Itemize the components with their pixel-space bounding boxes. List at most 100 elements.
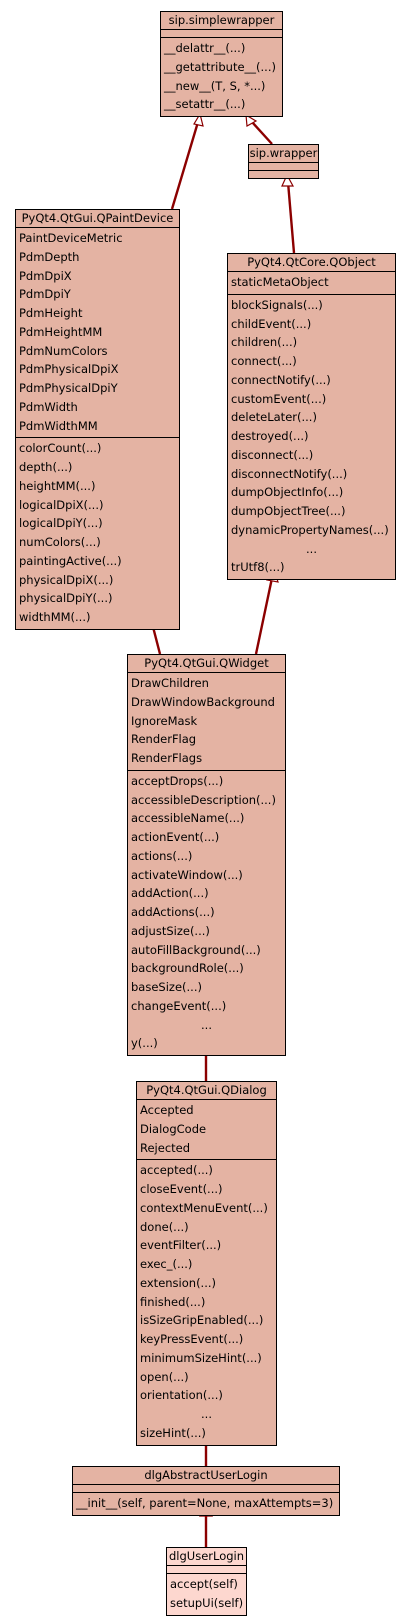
- method-row: addAction(...): [131, 886, 209, 901]
- method-row: adjustSize(...): [131, 923, 210, 938]
- attribute-row: PdmWidth: [19, 399, 78, 414]
- class-title: sip.wrapper: [249, 146, 318, 160]
- method-row: trUtf8(...): [231, 560, 285, 575]
- attribute-row: PdmDepth: [19, 249, 80, 264]
- attribute-row: staticMetaObject: [231, 275, 329, 289]
- method-row: __init__(self, parent=None, maxAttempts=…: [76, 1496, 334, 1510]
- method-row: changeEvent(...): [131, 998, 227, 1013]
- method-row: contextMenuEvent(...): [140, 1200, 268, 1215]
- class-title: dlgAbstractUserLogin: [144, 1468, 268, 1482]
- method-row: __delattr__(...): [164, 41, 246, 55]
- method-row: extension(...): [140, 1275, 217, 1290]
- method-row: dynamicPropertyNames(...): [231, 522, 389, 537]
- attributes-section: PaintDeviceMetric PdmDepth PdmDpiX PdmDp…: [16, 227, 179, 437]
- attribute-row: IgnoreMask: [131, 713, 198, 728]
- method-row: open(...): [140, 1369, 189, 1384]
- attributes-section: [161, 29, 282, 37]
- attribute-row: PdmWidthMM: [19, 418, 98, 433]
- class-dlg-abstract-user-login[interactable]: dlgAbstractUserLogin __init__(self, pare…: [72, 1466, 340, 1516]
- method-row: colorCount(...): [19, 441, 102, 456]
- method-row: eventFilter(...): [140, 1238, 222, 1253]
- class-title: PyQt4.QtGui.QDialog: [146, 1083, 267, 1097]
- attribute-row: Rejected: [140, 1140, 191, 1155]
- ellipsis-row: ...: [201, 1407, 212, 1421]
- method-row: accessibleName(...): [131, 811, 245, 826]
- method-row: closeEvent(...): [140, 1182, 223, 1196]
- method-row: blockSignals(...): [231, 297, 323, 312]
- method-row: keyPressEvent(...): [140, 1332, 244, 1346]
- method-row: backgroundRole(...): [131, 961, 244, 976]
- method-row: __setattr__(...): [164, 97, 246, 112]
- methods-section: __delattr__(...) __getattribute__(...) _…: [161, 37, 282, 116]
- method-row: sizeHint(...): [140, 1425, 206, 1440]
- method-row: minimumSizeHint(...): [140, 1350, 262, 1365]
- method-row: accepted(...): [140, 1163, 213, 1178]
- class-sip-wrapper[interactable]: sip.wrapper: [248, 144, 319, 179]
- method-row: y(...): [131, 1036, 158, 1051]
- method-row: done(...): [140, 1219, 189, 1234]
- method-row: logicalDpiX(...): [19, 497, 104, 512]
- class-qwidget[interactable]: PyQt4.QtGui.QWidget DrawChildren DrawWin…: [127, 654, 286, 1056]
- attribute-row: PdmPhysicalDpiX: [19, 362, 119, 377]
- methods-section: accepted(...) closeEvent(...) contextMen…: [137, 1159, 276, 1444]
- class-title: PyQt4.QtGui.QWidget: [144, 656, 269, 670]
- methods-section: accept(self) setupUi(self): [167, 1573, 246, 1615]
- method-row: disconnect(...): [231, 447, 314, 462]
- method-row: paintingActive(...): [19, 553, 122, 568]
- ellipsis-row: ...: [201, 1017, 212, 1032]
- attributes-section: Accepted DialogCode Rejected: [137, 1099, 276, 1159]
- class-title: PyQt4.QtCore.QObject: [247, 255, 376, 269]
- method-row: childEvent(...): [231, 316, 312, 331]
- class-dlg-user-login[interactable]: dlgUserLogin accept(self) setupUi(self): [166, 1547, 247, 1616]
- method-row: deleteLater(...): [231, 410, 317, 425]
- method-row: accept(self): [170, 1577, 238, 1591]
- attribute-row: DrawWindowBackground: [131, 694, 275, 709]
- methods-section: acceptDrops(...) accessibleDescription(.…: [128, 769, 285, 1055]
- attributes-section: DrawChildren DrawWindowBackground Ignore…: [128, 672, 285, 770]
- method-row: customEvent(...): [231, 391, 327, 406]
- methods-section: blockSignals(...) childEvent(...) childr…: [228, 293, 395, 579]
- attribute-row: PdmNumColors: [19, 343, 108, 358]
- attribute-row: PdmHeight: [19, 306, 83, 320]
- method-row: dumpObjectTree(...): [231, 504, 346, 518]
- class-qobject[interactable]: PyQt4.QtCore.QObject staticMetaObject bl…: [227, 253, 396, 580]
- method-row: dumpObjectInfo(...): [231, 485, 344, 500]
- method-row: activateWindow(...): [131, 867, 243, 882]
- method-row: __new__(T, S, *...): [164, 78, 266, 93]
- method-row: connectNotify(...): [231, 372, 331, 387]
- method-row: autoFillBackground(...): [131, 942, 261, 957]
- method-row: accessibleDescription(...): [131, 792, 276, 807]
- attributes-section: [167, 1565, 246, 1573]
- attributes-section: [249, 162, 318, 170]
- attribute-row: DialogCode: [140, 1121, 207, 1136]
- attribute-row: Accepted: [140, 1103, 194, 1117]
- attribute-row: RenderFlags: [131, 751, 203, 765]
- methods-section: [249, 170, 318, 178]
- method-row: children(...): [231, 335, 298, 350]
- attribute-row: RenderFlag: [131, 732, 197, 747]
- attribute-row: PdmPhysicalDpiY: [19, 381, 118, 395]
- class-title: sip.simplewrapper: [168, 13, 275, 27]
- method-row: actions(...): [131, 848, 193, 863]
- attributes-section: [73, 1484, 339, 1492]
- method-row: logicalDpiY(...): [19, 516, 103, 531]
- method-row: numColors(...): [19, 535, 101, 549]
- method-row: heightMM(...): [19, 478, 96, 493]
- method-row: disconnectNotify(...): [231, 466, 348, 481]
- edge-wrapper-simplewrapper: [251, 121, 273, 145]
- class-qpaintdevice[interactable]: PyQt4.QtGui.QPaintDevice PaintDeviceMetr…: [15, 209, 180, 630]
- class-title: PyQt4.QtGui.QPaintDevice: [21, 211, 174, 225]
- method-row: __getattribute__(...): [164, 59, 276, 74]
- attribute-row: PdmDpiX: [19, 268, 72, 283]
- edge-qobject-wrapper: [286, 181, 296, 254]
- class-sip-simplewrapper[interactable]: sip.simplewrapper __delattr__(...) __get…: [160, 11, 283, 117]
- attribute-row: PaintDeviceMetric: [19, 231, 123, 245]
- method-row: physicalDpiX(...): [19, 572, 114, 587]
- attributes-section: staticMetaObject: [228, 271, 395, 294]
- ellipsis-row: ...: [306, 541, 317, 556]
- class-qdialog[interactable]: PyQt4.QtGui.QDialog Accepted DialogCode …: [136, 1081, 277, 1446]
- method-row: connect(...): [231, 354, 297, 368]
- attribute-row: DrawChildren: [131, 676, 209, 690]
- method-row: setupUi(self): [170, 1595, 244, 1610]
- method-row: isSizeGripEnabled(...): [140, 1313, 264, 1328]
